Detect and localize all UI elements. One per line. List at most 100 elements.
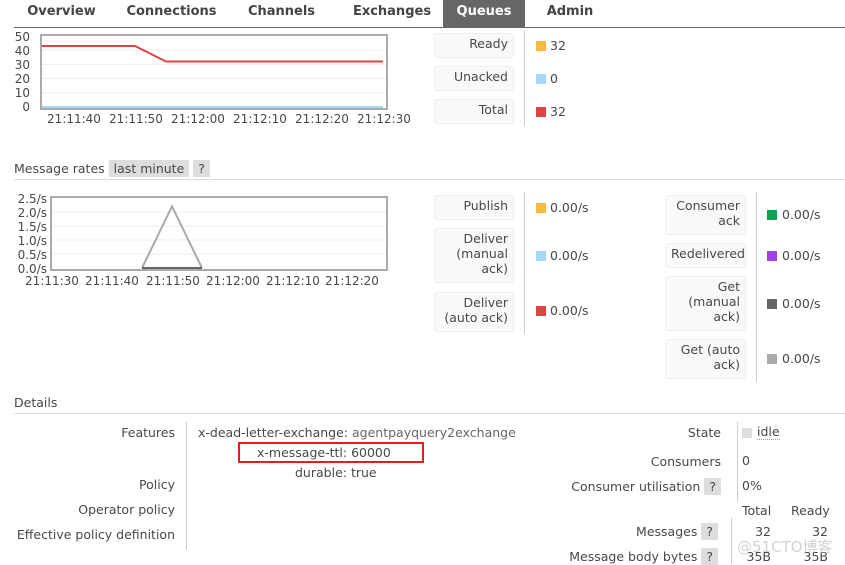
y-tick: 2.5/s bbox=[17, 192, 47, 206]
label-text: Message body bytes bbox=[569, 549, 698, 564]
feature-key: x-dead-letter-exchange: bbox=[198, 425, 349, 440]
x-tick: 21:11:40 bbox=[85, 274, 139, 288]
col-total: Total bbox=[742, 503, 772, 518]
divider bbox=[524, 192, 525, 334]
tab-connections[interactable]: Connections bbox=[114, 0, 229, 27]
rates-plot bbox=[50, 196, 388, 271]
tab-overview[interactable]: Overview bbox=[14, 0, 109, 27]
swatch-publish bbox=[536, 203, 546, 213]
y-tick: 40 bbox=[14, 44, 30, 58]
x-tick: 21:12:20 bbox=[295, 112, 349, 126]
tab-channels[interactable]: Channels bbox=[234, 0, 329, 27]
x-tick: 21:11:40 bbox=[47, 112, 101, 126]
y-tick: 2.0/s bbox=[17, 206, 47, 220]
y-tick: 20 bbox=[14, 72, 30, 86]
x-tick: 21:11:50 bbox=[109, 112, 163, 126]
legend-ready[interactable]: Ready bbox=[434, 33, 514, 58]
divider bbox=[756, 192, 757, 382]
feature-ttl: x-message-ttl: 60000 bbox=[257, 445, 391, 460]
legend-get-auto[interactable]: Get (auto ack) bbox=[665, 339, 746, 379]
x-tick: 21:12:10 bbox=[233, 112, 287, 126]
deliver-auto-rate: 0.00/s bbox=[550, 303, 589, 318]
consumers-value: 0 bbox=[742, 453, 750, 468]
state-label: State bbox=[687, 425, 721, 440]
x-tick: 21:11:30 bbox=[25, 274, 79, 288]
legend-redelivered[interactable]: Redelivered bbox=[665, 243, 746, 268]
feature-key: x-message-ttl: bbox=[257, 445, 348, 460]
consumers-label: Consumers bbox=[650, 454, 721, 469]
swatch-get-auto bbox=[767, 354, 777, 364]
divider bbox=[14, 413, 845, 414]
divider bbox=[731, 518, 732, 564]
total-count: 32 bbox=[550, 104, 566, 119]
main-nav: Overview Connections Channels Exchanges … bbox=[14, 0, 845, 28]
feature-dlx: x-dead-letter-exchange: agentpayquery2ex… bbox=[198, 425, 516, 440]
get-manual-rate: 0.00/s bbox=[782, 296, 821, 311]
swatch-ready bbox=[536, 41, 546, 51]
tab-exchanges[interactable]: Exchanges bbox=[336, 0, 448, 27]
message-rates-header: Message rates last minute? bbox=[14, 160, 210, 177]
feature-value: 60000 bbox=[351, 445, 391, 460]
deliver-manual-rate: 0.00/s bbox=[550, 248, 589, 263]
x-tick: 21:11:50 bbox=[146, 274, 200, 288]
legend-deliver-manual[interactable]: Deliver (manual ack) bbox=[434, 228, 514, 283]
bytes-label: Message body bytes? bbox=[569, 548, 718, 565]
y-tick: 1.5/s bbox=[17, 220, 47, 234]
col-ready: Ready bbox=[791, 503, 830, 518]
swatch-get-manual bbox=[767, 299, 777, 309]
legend-unacked[interactable]: Unacked bbox=[434, 66, 514, 91]
queued-plot bbox=[40, 34, 388, 110]
unacked-count: 0 bbox=[550, 71, 558, 86]
help-button[interactable]: ? bbox=[704, 478, 721, 495]
legend-get-manual[interactable]: Get (manual ack) bbox=[665, 276, 746, 331]
x-tick: 21:12:10 bbox=[266, 274, 320, 288]
utilisation-value: 0% bbox=[742, 478, 762, 493]
series-line bbox=[42, 44, 383, 63]
effective-policy-label: Effective policy definition bbox=[16, 527, 175, 542]
plot-frame bbox=[50, 196, 388, 271]
tab-queues[interactable]: Queues bbox=[443, 0, 525, 27]
details-title: Details bbox=[14, 395, 58, 410]
y-tick: 0 bbox=[22, 100, 30, 114]
legend-deliver-auto[interactable]: Deliver (auto ack) bbox=[434, 292, 514, 332]
swatch-total bbox=[536, 107, 546, 117]
y-tick: 50 bbox=[14, 30, 30, 44]
legend-publish[interactable]: Publish bbox=[434, 195, 514, 220]
feature-value: true bbox=[350, 465, 377, 480]
help-button[interactable]: ? bbox=[193, 160, 210, 177]
legend-total[interactable]: Total bbox=[434, 99, 514, 124]
swatch-consumer-ack bbox=[767, 210, 777, 220]
messages-label: Messages? bbox=[636, 523, 718, 540]
watermark: @51CTO博客 bbox=[737, 538, 833, 556]
divider bbox=[524, 31, 525, 126]
series-line bbox=[141, 204, 203, 269]
help-button[interactable]: ? bbox=[701, 523, 718, 540]
feature-key: durable: bbox=[295, 465, 347, 480]
y-tick: 10 bbox=[14, 86, 30, 100]
divider bbox=[737, 422, 738, 502]
state-value[interactable]: idle bbox=[757, 425, 780, 440]
range-selector[interactable]: last minute bbox=[108, 160, 190, 177]
section-title: Message rates bbox=[14, 161, 105, 176]
utilisation-label: Consumer utilisation? bbox=[571, 478, 721, 495]
state-indicator bbox=[742, 428, 752, 438]
x-tick: 21:12:20 bbox=[325, 274, 379, 288]
x-tick: 21:12:00 bbox=[206, 274, 260, 288]
consumer-ack-rate: 0.00/s bbox=[782, 207, 821, 222]
swatch-unacked bbox=[536, 74, 546, 84]
feature-value: agentpayquery2exchange bbox=[352, 425, 516, 440]
operator-policy-label: Operator policy bbox=[78, 502, 175, 517]
swatch-redelivered bbox=[767, 251, 777, 261]
ready-count: 32 bbox=[550, 38, 566, 53]
help-button[interactable]: ? bbox=[701, 548, 718, 565]
label-text: Messages bbox=[636, 524, 698, 539]
label-text: Consumer utilisation bbox=[571, 479, 701, 494]
swatch-deliver-manual bbox=[536, 251, 546, 261]
legend-consumer-ack[interactable]: Consumer ack bbox=[665, 195, 746, 235]
y-tick: 1.0/s bbox=[17, 234, 47, 248]
tab-admin[interactable]: Admin bbox=[530, 0, 610, 27]
redelivered-rate: 0.00/s bbox=[782, 248, 821, 263]
divider bbox=[14, 179, 845, 180]
x-tick: 21:12:00 bbox=[171, 112, 225, 126]
divider bbox=[186, 422, 187, 550]
